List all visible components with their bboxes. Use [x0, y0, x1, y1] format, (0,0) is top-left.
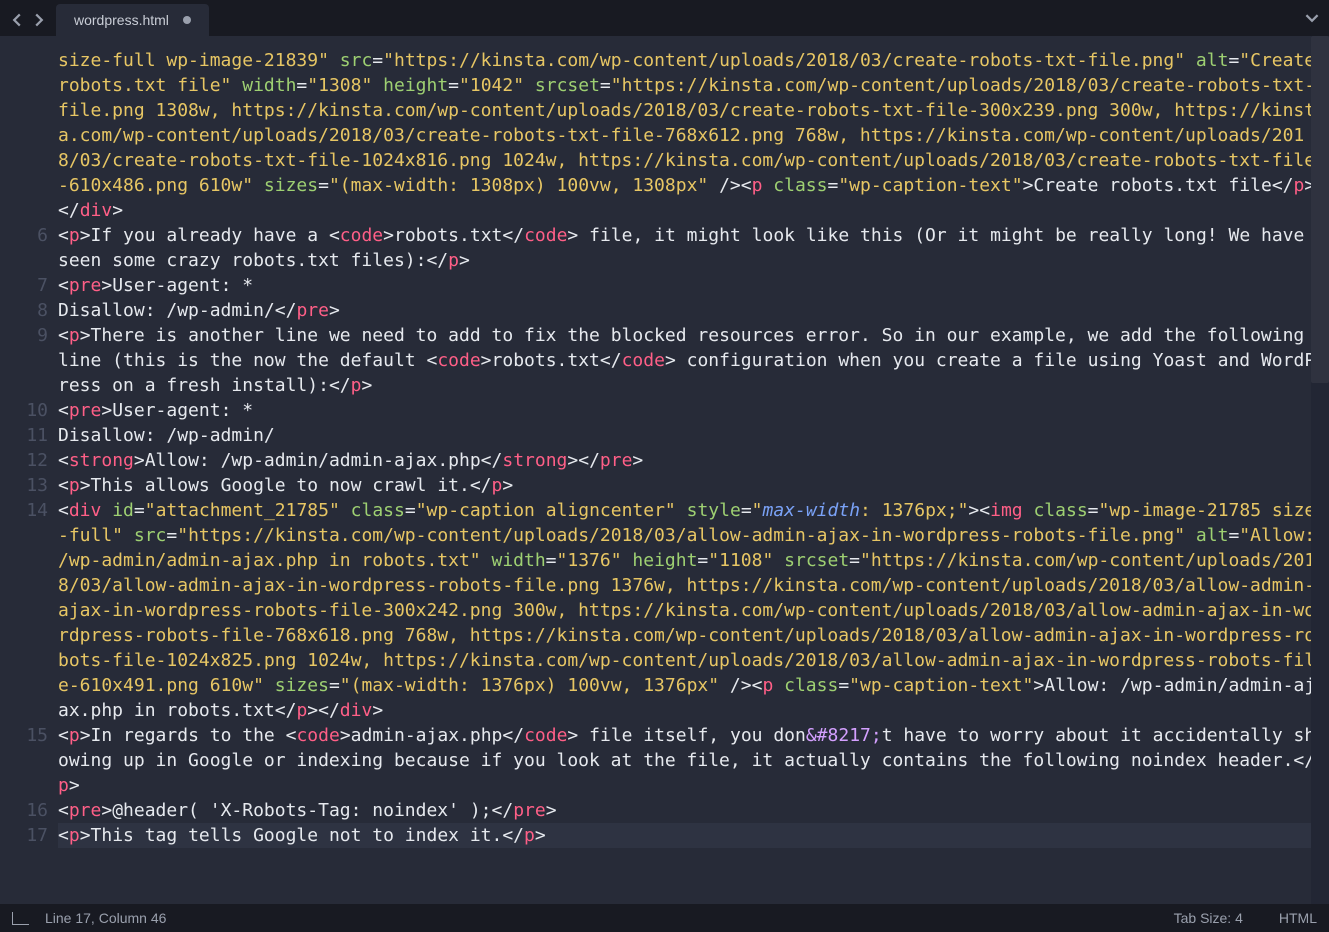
code-line[interactable]: <pre>User-agent: *	[58, 273, 1319, 298]
line-number: 6	[0, 223, 58, 248]
code-line[interactable]: Disallow: /wp-admin/	[58, 423, 1319, 448]
line-number: 10	[0, 398, 58, 423]
line-number	[0, 773, 58, 798]
minimap[interactable]	[1311, 36, 1329, 904]
tab-overflow-button[interactable]	[1305, 0, 1319, 36]
minimap-viewport[interactable]	[1311, 36, 1329, 383]
code-line[interactable]: <p>If you already have a <code>robots.tx…	[58, 223, 1319, 273]
status-bar: Line 17, Column 46 Tab Size: 4 HTML	[0, 904, 1329, 932]
code-line[interactable]: <pre>@header( 'X-Robots-Tag: noindex' );…	[58, 798, 1319, 823]
line-number: 17	[0, 823, 58, 848]
line-number: 8	[0, 298, 58, 323]
line-number: 9	[0, 323, 58, 348]
line-number	[0, 173, 58, 198]
editor[interactable]: 6 789 1011121314 15 1617 size-full wp-image-…	[0, 36, 1329, 904]
title-bar: wordpress.html	[0, 0, 1329, 36]
line-number	[0, 198, 58, 223]
panel-toggle-icon[interactable]	[12, 912, 29, 925]
line-number	[0, 648, 58, 673]
line-number	[0, 98, 58, 123]
line-number: 13	[0, 473, 58, 498]
code-line[interactable]: size-full wp-image-21839" src="https://k…	[58, 48, 1319, 223]
nav-back-icon[interactable]	[10, 11, 24, 25]
nav-forward-icon[interactable]	[32, 11, 46, 25]
code-line[interactable]: <p>This tag tells Google not to index it…	[58, 823, 1319, 848]
line-number-gutter: 6 789 1011121314 15 1617	[0, 36, 58, 904]
code-line[interactable]: <p>There is another line we need to add …	[58, 323, 1319, 398]
code-area[interactable]: size-full wp-image-21839" src="https://k…	[58, 36, 1329, 904]
line-number: 15	[0, 723, 58, 748]
line-number: 7	[0, 273, 58, 298]
code-line[interactable]: <pre>User-agent: *	[58, 398, 1319, 423]
line-number	[0, 573, 58, 598]
code-line[interactable]: <div id="attachment_21785" class="wp-cap…	[58, 498, 1319, 723]
dirty-indicator-icon	[183, 16, 191, 24]
line-number: 11	[0, 423, 58, 448]
code-line[interactable]: <p>In regards to the <code>admin-ajax.ph…	[58, 723, 1319, 798]
line-number	[0, 348, 58, 373]
line-number	[0, 523, 58, 548]
nav-arrows	[0, 0, 56, 36]
file-tab-label: wordpress.html	[74, 12, 169, 28]
line-number	[0, 598, 58, 623]
line-number	[0, 48, 58, 73]
line-number	[0, 623, 58, 648]
cursor-position[interactable]: Line 17, Column 46	[45, 910, 166, 926]
line-number	[0, 673, 58, 698]
line-number	[0, 248, 58, 273]
line-number	[0, 548, 58, 573]
line-number	[0, 148, 58, 173]
line-number: 12	[0, 448, 58, 473]
code-line[interactable]: <strong>Allow: /wp-admin/admin-ajax.php<…	[58, 448, 1319, 473]
line-number	[0, 373, 58, 398]
syntax-mode[interactable]: HTML	[1279, 910, 1317, 926]
line-number	[0, 73, 58, 98]
code-line[interactable]: <p>This allows Google to now crawl it.</…	[58, 473, 1319, 498]
line-number	[0, 748, 58, 773]
file-tab[interactable]: wordpress.html	[56, 4, 209, 36]
line-number	[0, 698, 58, 723]
tab-size[interactable]: Tab Size: 4	[1174, 910, 1243, 926]
line-number: 16	[0, 798, 58, 823]
line-number	[0, 123, 58, 148]
code-line[interactable]: Disallow: /wp-admin/</pre>	[58, 298, 1319, 323]
line-number: 14	[0, 498, 58, 523]
